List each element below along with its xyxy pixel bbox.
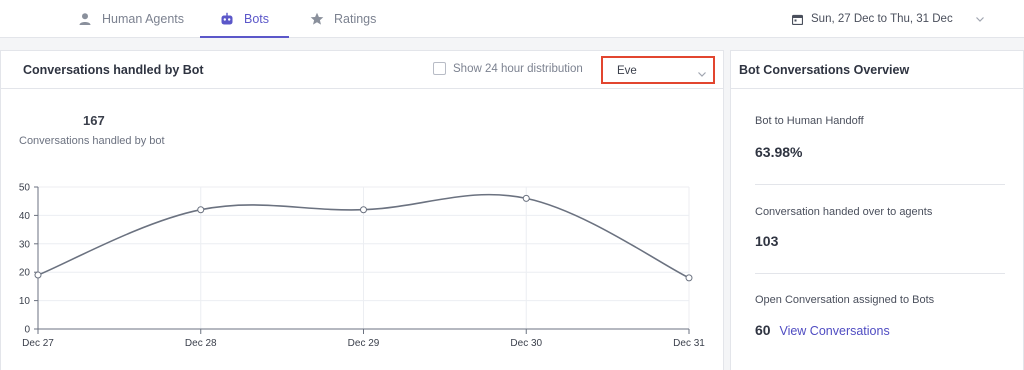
kpi-value: 167: [83, 113, 105, 128]
divider: [755, 184, 1005, 185]
stat-handoff-value: 63.98%: [755, 144, 803, 160]
bot-overview-panel: Bot Conversations Overview Bot to Human …: [730, 50, 1024, 370]
tab-ratings[interactable]: Ratings: [310, 0, 376, 38]
x-tick-label: Dec 29: [348, 338, 380, 349]
star-icon: [310, 12, 324, 26]
stat-handed-over-value: 103: [755, 233, 779, 249]
panel-header: Conversations handled by Bot Show 24 hou…: [1, 51, 723, 89]
panel-header: Bot Conversations Overview: [731, 51, 1023, 89]
calendar-icon: [791, 14, 804, 25]
show-24h-toggle[interactable]: Show 24 hour distribution: [433, 62, 583, 75]
stat-handoff-label: Bot to Human Handoff: [755, 115, 864, 127]
show-24h-label: Show 24 hour distribution: [453, 62, 583, 75]
stat-open-conv-label: Open Conversation assigned to Bots: [755, 294, 935, 306]
x-tick-label: Dec 31: [673, 338, 705, 349]
tab-human-agents[interactable]: Human Agents: [78, 0, 184, 38]
data-point: [685, 274, 693, 282]
data-point: [360, 206, 367, 214]
data-point: [34, 271, 42, 279]
chevron-down-icon: [697, 66, 707, 77]
conversations-panel: Conversations handled by Bot Show 24 hou…: [0, 50, 724, 370]
y-tick-label: 30: [19, 239, 31, 250]
bot-select[interactable]: Eve: [601, 56, 715, 84]
kpi-label: Conversations handled by bot: [19, 135, 165, 147]
y-tick-label: 10: [19, 296, 31, 307]
person-icon: [78, 12, 92, 26]
checkbox[interactable]: [433, 62, 446, 75]
view-conversations-link[interactable]: View Conversations: [779, 324, 889, 338]
stat-open-conv-value: 60: [755, 322, 771, 338]
y-tick-label: 20: [19, 268, 31, 279]
panel-title: Bot Conversations Overview: [739, 63, 910, 77]
tab-bots-label: Bots: [244, 12, 270, 26]
data-point: [197, 206, 205, 214]
tab-ratings-label: Ratings: [334, 12, 377, 26]
x-tick-label: Dec 28: [185, 338, 217, 349]
data-point: [522, 194, 530, 202]
divider: [755, 273, 1005, 274]
y-tick-label: 0: [24, 325, 30, 336]
tab-human-agents-label: Human Agents: [102, 12, 184, 26]
conversations-line-chart: 0 10 20 30 40 50 Dec 27 Dec 28 Dec 29 Dec 30 Dec 3…: [19, 183, 705, 350]
bot-select-value: Eve: [617, 65, 637, 77]
date-range-label: Sun, 27 Dec to Thu, 31 Dec: [811, 13, 953, 25]
panel-title: Conversations handled by Bot: [23, 63, 204, 77]
stat-handed-over-label: Conversation handed over to agents: [755, 206, 933, 218]
y-tick-label: 50: [19, 183, 31, 194]
x-tick-label: Dec 27: [22, 338, 54, 349]
stat-open-conv-row: 60 View Conversations: [755, 322, 890, 338]
chevron-down-icon: [975, 14, 985, 24]
tab-bots[interactable]: Bots: [199, 0, 290, 38]
y-tick-label: 40: [19, 211, 31, 222]
date-range-picker[interactable]: Sun, 27 Dec to Thu, 31 Dec: [791, 0, 985, 38]
top-nav-bar: Human Agents Bots Ratings Sun, 27 Dec to…: [0, 0, 1024, 38]
x-tick-label: Dec 30: [510, 338, 542, 349]
bot-icon: [220, 12, 234, 26]
